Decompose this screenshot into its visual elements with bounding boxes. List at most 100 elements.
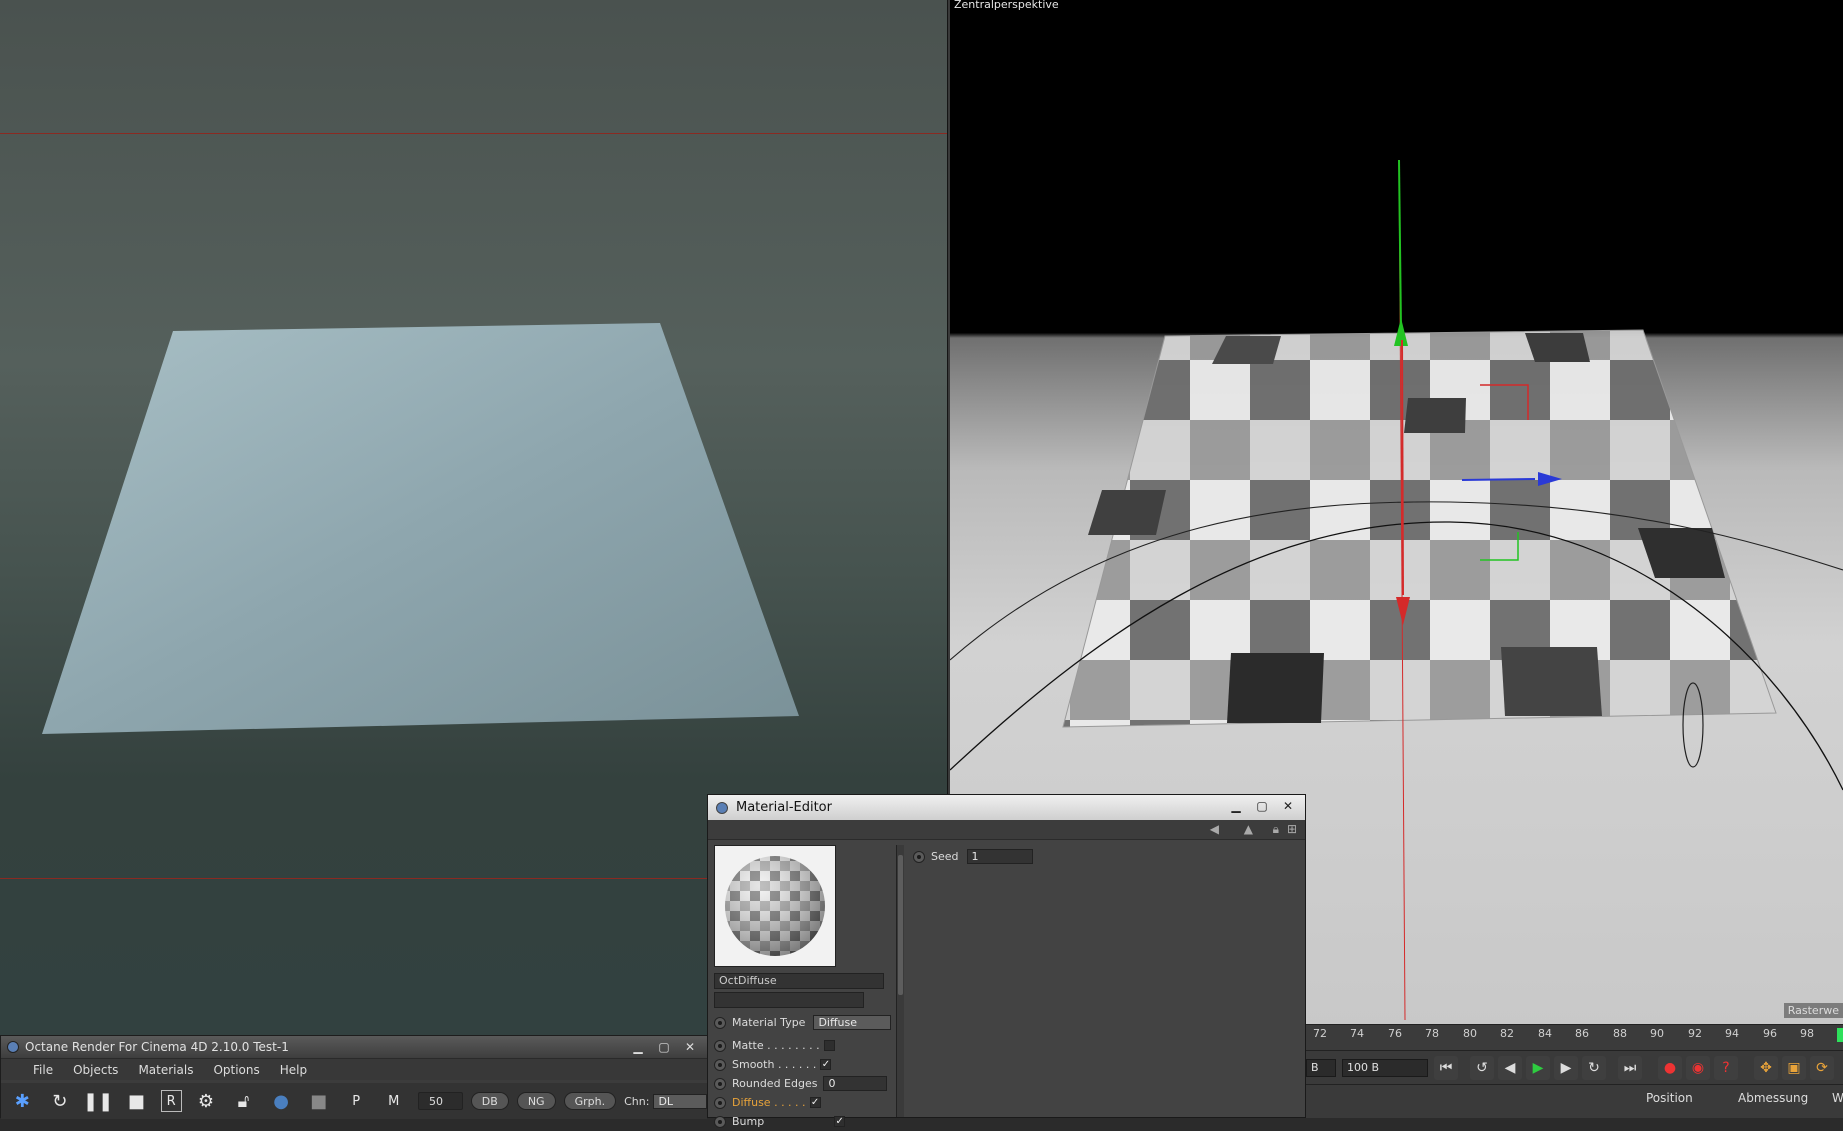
- material-editor-window-controls: ▁ ▢ ✕: [1221, 798, 1299, 814]
- material-search-field[interactable]: [714, 992, 864, 1008]
- scale-key-icon[interactable]: ▣: [1782, 1056, 1806, 1080]
- previous-frame-icon[interactable]: ◀: [1498, 1056, 1522, 1080]
- square-icon[interactable]: ■: [305, 1087, 332, 1115]
- octane-titlebar[interactable]: Octane Render For Cinema 4D 2.10.0 Test-…: [1, 1036, 707, 1058]
- octane-window-icon: [7, 1041, 19, 1053]
- scrollbar-thumb[interactable]: [898, 855, 903, 995]
- timeline-tick: 86: [1575, 1027, 1589, 1040]
- graph-button[interactable]: Grph.: [563, 1092, 617, 1110]
- samples-field[interactable]: 50: [418, 1092, 463, 1110]
- bump-radio[interactable]: [714, 1115, 726, 1128]
- material-type-radio[interactable]: [714, 1016, 726, 1029]
- rounded-edges-field[interactable]: 0: [823, 1076, 888, 1091]
- timeline-tick: 92: [1688, 1027, 1702, 1040]
- region-render-button[interactable]: R: [160, 1090, 182, 1112]
- octane-menubar: File Objects Materials Options Help: [1, 1058, 707, 1080]
- menu-file[interactable]: File: [33, 1063, 53, 1077]
- coord-bar-spacer: [1306, 1084, 1620, 1118]
- play-icon[interactable]: ▶: [1526, 1056, 1550, 1080]
- diffuse-radio[interactable]: [714, 1096, 726, 1109]
- seed-field[interactable]: 1: [966, 849, 1033, 864]
- octane-window-title: Octane Render For Cinema 4D 2.10.0 Test-…: [25, 1040, 289, 1054]
- current-frame-marker[interactable]: [1837, 1028, 1843, 1042]
- matte-checkbox[interactable]: [823, 1040, 835, 1051]
- seed-radio[interactable]: [913, 850, 925, 863]
- autokey-icon[interactable]: ◉: [1686, 1056, 1710, 1080]
- gear-icon[interactable]: ⚙: [193, 1087, 220, 1115]
- timeline-ruler[interactable]: 72 74 76 78 80 82 84 86 88 90 92 94 96 9…: [1306, 1024, 1843, 1050]
- menu-materials[interactable]: Materials: [138, 1063, 193, 1077]
- viewport-camera-label[interactable]: Zentralperspektive: [954, 0, 1059, 11]
- smooth-checkbox[interactable]: ✓: [820, 1059, 832, 1070]
- refresh-icon[interactable]: ↻: [47, 1087, 74, 1115]
- pick-material-button[interactable]: M: [380, 1087, 407, 1115]
- minimize-icon[interactable]: ▁: [1225, 798, 1247, 814]
- pause-icon[interactable]: ❚❚: [83, 1087, 113, 1115]
- menu-help[interactable]: Help: [280, 1063, 307, 1077]
- transport-bar: B 100 B ⏮ ↺ ◀ ▶ ▶ ↻ ⏭ ● ◉ ? ✥ ▣ ⟳: [1306, 1050, 1843, 1084]
- pick-focus-button[interactable]: P: [343, 1087, 370, 1115]
- close-icon[interactable]: ✕: [679, 1039, 701, 1055]
- material-type-label: Material Type: [732, 1016, 806, 1029]
- record-icon[interactable]: ●: [1658, 1056, 1682, 1080]
- material-preview-sphere[interactable]: [714, 845, 836, 967]
- rounded-edges-radio[interactable]: [714, 1077, 726, 1090]
- timeline-tick: 94: [1725, 1027, 1739, 1040]
- timeline-tick: 76: [1388, 1027, 1402, 1040]
- end-frame-field[interactable]: 100 B: [1342, 1059, 1428, 1077]
- back-arrow-icon[interactable]: ◀: [1210, 822, 1219, 836]
- bump-label[interactable]: Bump: [732, 1115, 764, 1128]
- matte-label: Matte . . . . . . . .: [732, 1039, 820, 1052]
- lock-icon[interactable]: 🔓︎: [230, 1087, 257, 1115]
- diffuse-label[interactable]: Diffuse . . . . .: [732, 1096, 806, 1109]
- timeline-tick: 72: [1313, 1027, 1327, 1040]
- stop-icon[interactable]: ■: [123, 1087, 150, 1115]
- timeline-tick: 90: [1650, 1027, 1664, 1040]
- seed-label: Seed: [931, 850, 959, 863]
- octane-toolbar: ✱ ↻ ❚❚ ■ R ⚙ 🔓︎ ● ■ P M 50 DB NG Grph. C…: [1, 1083, 708, 1119]
- maximize-icon[interactable]: ▢: [1251, 798, 1273, 814]
- octane-window-controls: ▁ ▢ ✕: [623, 1039, 701, 1055]
- timeline-tick: 88: [1613, 1027, 1627, 1040]
- ng-button[interactable]: NG: [516, 1092, 556, 1110]
- menu-options[interactable]: Options: [213, 1063, 259, 1077]
- rounded-edges-label: Rounded Edges: [732, 1077, 818, 1090]
- material-type-select[interactable]: Diffuse: [813, 1015, 892, 1030]
- minimize-icon[interactable]: ▁: [627, 1039, 649, 1055]
- channel-select[interactable]: DL: [653, 1093, 708, 1109]
- material-editor-title: Material-Editor: [736, 800, 832, 815]
- lock-icon[interactable]: 🔒︎: [1273, 822, 1279, 837]
- diffuse-checkbox[interactable]: ✓: [809, 1097, 821, 1108]
- channel-list-scrollbar[interactable]: [896, 845, 904, 1117]
- matte-row: Matte . . . . . . . .: [714, 1036, 896, 1055]
- smooth-radio[interactable]: [714, 1058, 726, 1071]
- timeline-tick: 74: [1350, 1027, 1364, 1040]
- sphere-icon[interactable]: ●: [268, 1087, 295, 1115]
- matte-radio[interactable]: [714, 1039, 726, 1052]
- previous-key-icon[interactable]: ↺: [1470, 1056, 1494, 1080]
- go-to-start-icon[interactable]: ⏮: [1434, 1056, 1458, 1080]
- close-icon[interactable]: ✕: [1277, 798, 1299, 814]
- next-key-icon[interactable]: ↻: [1582, 1056, 1606, 1080]
- rotate-key-icon[interactable]: ⟳: [1810, 1056, 1834, 1080]
- smooth-row: Smooth . . . . . . ✓: [714, 1055, 896, 1074]
- keyframe-selection-icon[interactable]: ?: [1714, 1056, 1738, 1080]
- menu-objects[interactable]: Objects: [73, 1063, 118, 1077]
- next-frame-icon[interactable]: ▶: [1554, 1056, 1578, 1080]
- start-frame-field[interactable]: B: [1306, 1059, 1336, 1077]
- move-key-icon[interactable]: ✥: [1754, 1056, 1778, 1080]
- material-editor-subbar: ◀ ▲ 🔒︎ ⊞: [708, 820, 1305, 840]
- go-to-end-icon[interactable]: ⏭: [1618, 1056, 1642, 1080]
- material-editor-channel-list: OctDiffuse Material Type Diffuse Matte .…: [714, 845, 896, 1128]
- maximize-icon[interactable]: ▢: [653, 1039, 675, 1055]
- new-panel-icon[interactable]: ⊞: [1287, 822, 1297, 836]
- channel-label: Chn:: [624, 1094, 650, 1108]
- up-arrow-icon[interactable]: ▲: [1244, 822, 1253, 836]
- octane-logo-icon[interactable]: ✱: [9, 1087, 36, 1115]
- db-button[interactable]: DB: [470, 1092, 509, 1110]
- rotation-header: W: [1832, 1091, 1843, 1105]
- timeline-tick: 82: [1500, 1027, 1514, 1040]
- material-editor-titlebar[interactable]: Material-Editor ▁ ▢ ✕: [708, 795, 1305, 820]
- seed-row: Seed 1: [913, 847, 1299, 866]
- material-name-field[interactable]: OctDiffuse: [714, 973, 884, 989]
